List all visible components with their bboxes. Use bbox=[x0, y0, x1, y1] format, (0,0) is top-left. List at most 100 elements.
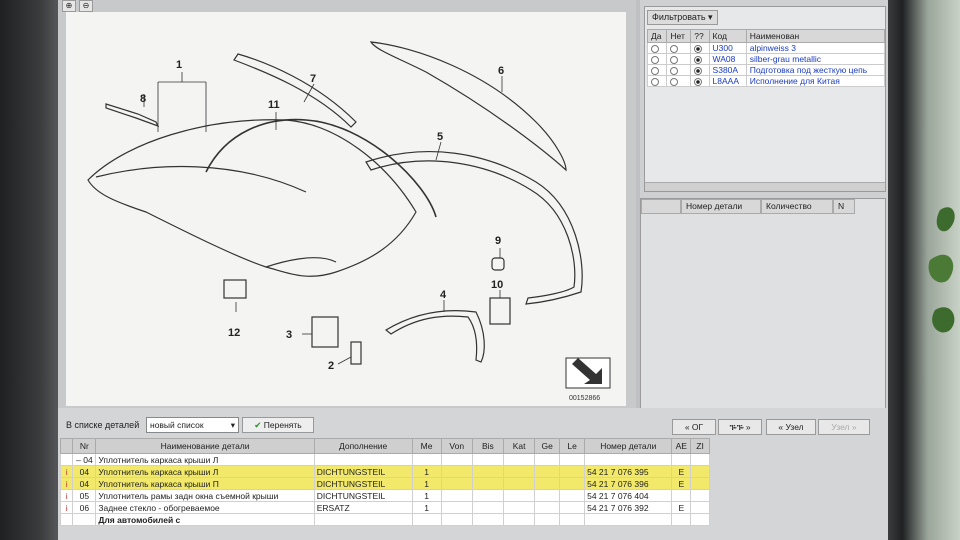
col-von: Von bbox=[440, 438, 473, 454]
parts-col-blank bbox=[641, 199, 681, 214]
callout-3: 3 bbox=[286, 329, 292, 341]
row-addition bbox=[313, 453, 413, 466]
zoom-in-icon[interactable]: ⊕ bbox=[62, 0, 76, 12]
row-ae bbox=[671, 489, 692, 502]
row-nr: 05 bbox=[72, 489, 97, 502]
radio-no[interactable] bbox=[670, 55, 679, 64]
radio-yes[interactable] bbox=[651, 66, 659, 75]
row-nr: 04 bbox=[72, 477, 97, 490]
row-name: Заднее стекло - обогреваемое bbox=[95, 501, 315, 514]
callout-4: 4 bbox=[440, 289, 447, 301]
option-row[interactable]: U300 alpinweiss 3 bbox=[646, 42, 886, 54]
radio-unknown[interactable] bbox=[694, 66, 703, 75]
radio-unknown[interactable] bbox=[694, 77, 703, 86]
row-name: Для автомобилей с bbox=[95, 513, 315, 526]
option-code[interactable]: U300 bbox=[708, 42, 747, 54]
row-part-number: 54 21 7 076 392 bbox=[584, 501, 673, 514]
parts-list-panel: Номер детали Количество N bbox=[640, 198, 886, 410]
table-row[interactable]: i 04 Уплотнитель каркаса крыши П DICHTUN… bbox=[59, 477, 710, 490]
monitor-bezel-left bbox=[0, 0, 58, 540]
arrow-symbol-icon bbox=[565, 357, 611, 389]
row-name: Уплотнитель каркаса крыши Л bbox=[95, 465, 315, 478]
option-row[interactable]: L8AAA Исполнение для Китая bbox=[646, 75, 886, 87]
check-icon: ✔ bbox=[254, 420, 262, 430]
row-addition: DICHTUNGSTEIL bbox=[313, 465, 413, 478]
info-icon[interactable]: i bbox=[59, 501, 74, 514]
row-ae: E bbox=[671, 465, 692, 478]
row-name: Уплотнитель каркаса крыши П bbox=[95, 477, 315, 490]
apply-button[interactable]: ✔ Перенять bbox=[242, 417, 314, 433]
row-name: Уплотнитель каркаса крыши Л bbox=[95, 453, 315, 466]
col-kat: Kat bbox=[502, 438, 536, 454]
parts-diagram[interactable]: 1 2 3 4 5 6 7 8 9 10 11 12 00152866 bbox=[66, 12, 626, 406]
list-select[interactable]: новый список bbox=[146, 417, 239, 433]
row-nr: 06 bbox=[72, 501, 97, 514]
col-icon bbox=[59, 438, 74, 454]
right-pane: Фильтровать ▾ Да Нет ?? Код Наименован U… bbox=[640, 0, 888, 410]
diagram-image-id: 00152866 bbox=[569, 395, 600, 402]
horizontal-scrollbar[interactable] bbox=[645, 182, 885, 191]
screen: ⊕ ⊖ 1 2 3 4 5 6 7 8 9 10 11 12 00152866 … bbox=[58, 0, 888, 540]
row-me: 1 bbox=[411, 489, 442, 502]
row-me bbox=[411, 453, 442, 466]
parts-col-n: N bbox=[833, 199, 855, 214]
zoom-out-icon[interactable]: ⊖ bbox=[79, 0, 93, 12]
col-ae: AE bbox=[671, 438, 692, 454]
details-table: Nr Наименование детали Дополнение Me Von… bbox=[59, 438, 710, 526]
nav-next-node-button[interactable]: Узел » bbox=[818, 419, 870, 435]
radio-unknown[interactable] bbox=[694, 55, 703, 64]
option-code[interactable]: S380A bbox=[708, 64, 747, 76]
row-nr: 04 bbox=[72, 465, 97, 478]
table-row[interactable]: i 06 Заднее стекло - обогреваемое ERSATZ… bbox=[59, 501, 710, 514]
row-me: 1 bbox=[411, 465, 442, 478]
parts-col-qty: Количество bbox=[761, 199, 833, 214]
callout-2: 2 bbox=[328, 360, 334, 372]
radio-no[interactable] bbox=[670, 66, 679, 75]
option-name[interactable]: Подготовка под жесткую цепь bbox=[745, 64, 886, 76]
col-me: Me bbox=[411, 438, 442, 454]
radio-no[interactable] bbox=[670, 44, 679, 53]
col-name: Наименование детали bbox=[95, 438, 315, 454]
nav-next-group-button[interactable]: ᎏᎏ » bbox=[718, 419, 762, 435]
col-bis: Bis bbox=[471, 438, 505, 454]
row-part-number: 54 21 7 076 395 bbox=[584, 465, 673, 478]
table-row[interactable]: – 04 Уплотнитель каркаса крыши Л bbox=[59, 453, 710, 466]
col-le: Le bbox=[559, 438, 586, 454]
radio-yes[interactable] bbox=[651, 77, 659, 86]
filter-button[interactable]: Фильтровать ▾ bbox=[647, 10, 718, 25]
radio-unknown[interactable] bbox=[694, 44, 703, 53]
row-part-number: 54 21 7 076 396 bbox=[584, 477, 673, 490]
callout-11: 11 bbox=[268, 99, 280, 111]
radio-yes[interactable] bbox=[651, 55, 659, 64]
option-row[interactable]: WA08 silber-grau metallic bbox=[646, 53, 886, 65]
row-ae bbox=[671, 453, 692, 466]
option-name[interactable]: silber-grau metallic bbox=[745, 53, 886, 65]
option-name[interactable]: Исполнение для Китая bbox=[745, 75, 886, 87]
info-icon[interactable]: i bbox=[59, 465, 74, 478]
filter-panel: Фильтровать ▾ Да Нет ?? Код Наименован U… bbox=[644, 6, 886, 192]
option-name[interactable]: alpinweiss 3 bbox=[745, 42, 886, 54]
callout-1: 1 bbox=[176, 59, 182, 71]
table-row[interactable]: i 04 Уплотнитель каркаса крыши Л DICHTUN… bbox=[59, 465, 710, 478]
row-ae: E bbox=[671, 501, 692, 514]
row-part-number bbox=[584, 453, 673, 466]
nav-prev-node-button[interactable]: « Узел bbox=[766, 419, 816, 435]
radio-no[interactable] bbox=[670, 77, 679, 86]
option-row[interactable]: S380A Подготовка под жесткую цепь bbox=[646, 64, 886, 76]
row-name: Уплотнитель рамы задн окна съемной крыши bbox=[95, 489, 315, 502]
col-yes: Да bbox=[646, 29, 668, 43]
info-icon[interactable]: i bbox=[59, 489, 74, 502]
nav-prev-group-button[interactable]: « ОГ bbox=[672, 419, 716, 435]
col-zi: ZI bbox=[690, 438, 710, 454]
option-code[interactable]: WA08 bbox=[708, 53, 747, 65]
callout-7: 7 bbox=[310, 73, 316, 85]
row-me: 1 bbox=[411, 477, 442, 490]
row-me: 1 bbox=[411, 501, 442, 514]
table-row[interactable]: Для автомобилей с bbox=[59, 513, 710, 526]
option-code[interactable]: L8AAA bbox=[708, 75, 747, 87]
row-addition: DICHTUNGSTEIL bbox=[313, 489, 413, 502]
info-icon[interactable]: i bbox=[59, 477, 74, 490]
row-part-number: 54 21 7 076 404 bbox=[584, 489, 673, 502]
radio-yes[interactable] bbox=[651, 44, 659, 53]
table-row[interactable]: i 05 Уплотнитель рамы задн окна съемной … bbox=[59, 489, 710, 502]
